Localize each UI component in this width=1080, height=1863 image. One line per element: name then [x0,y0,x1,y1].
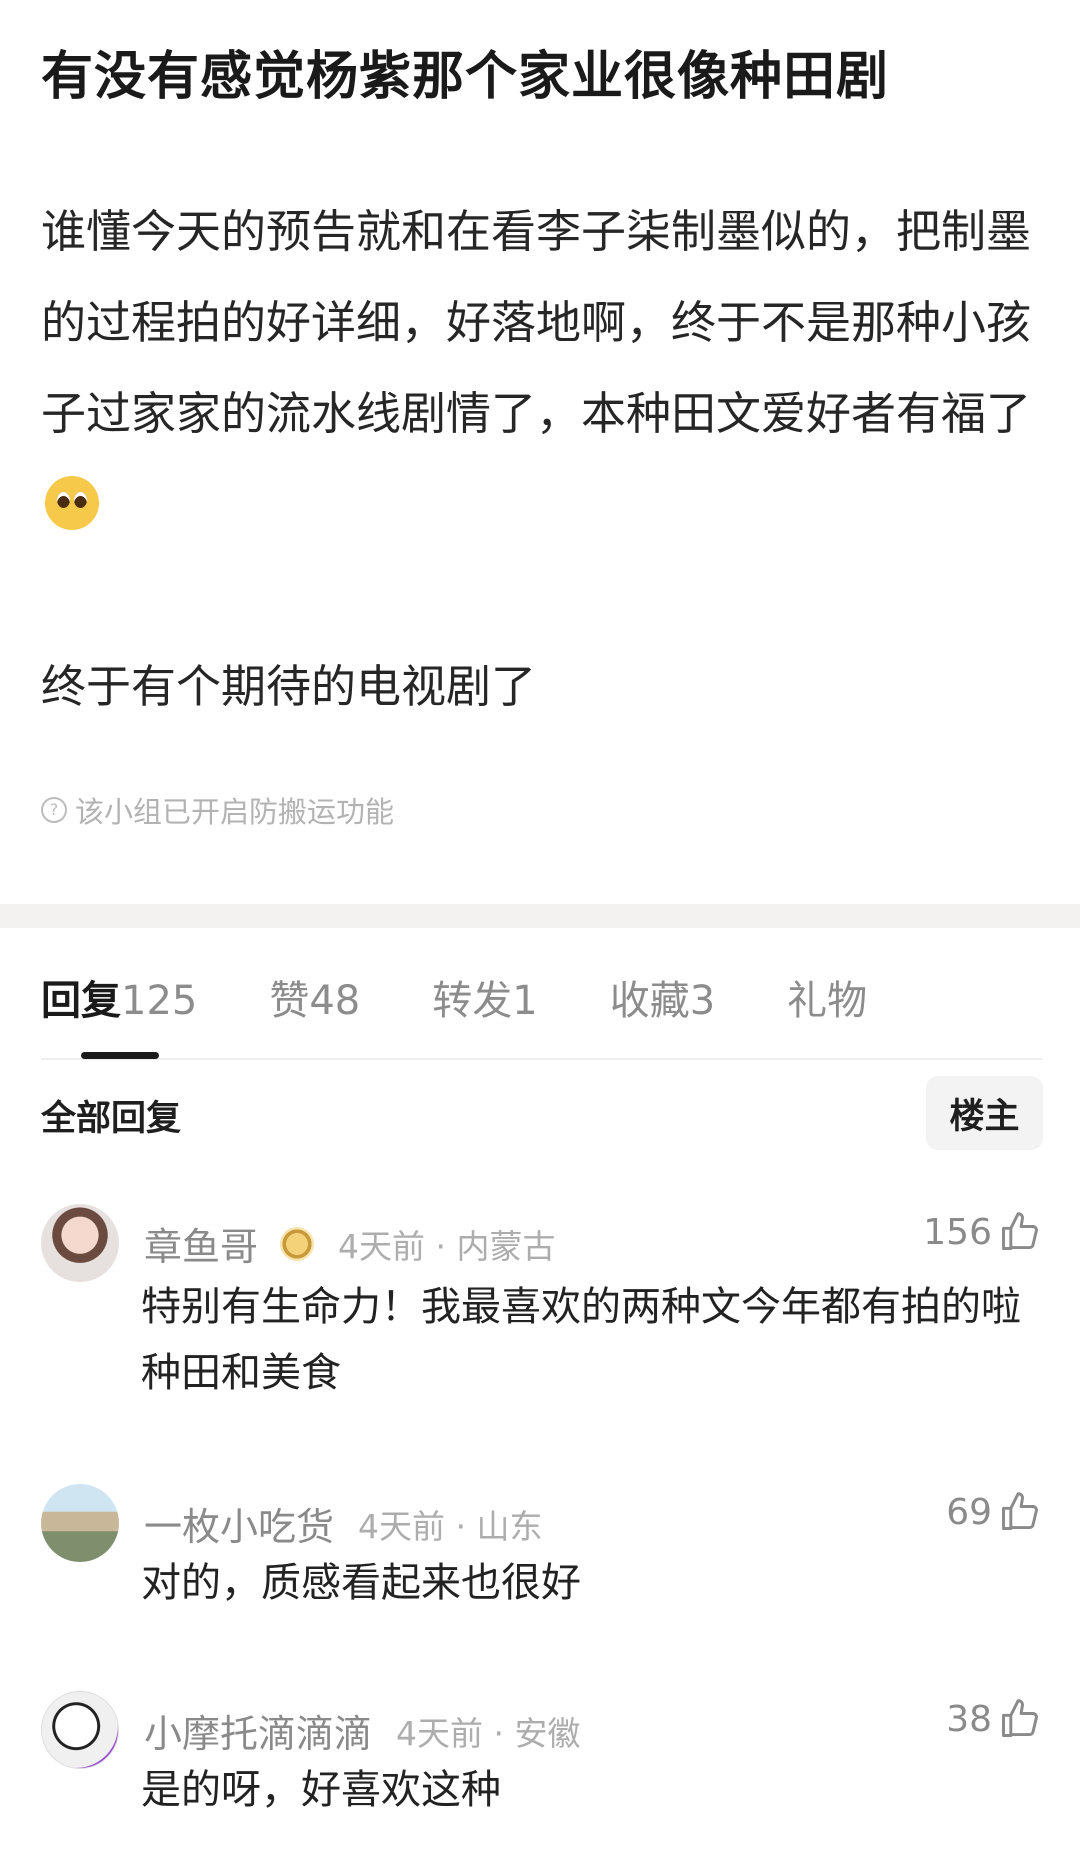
post-title: 有没有感觉杨紫那个家业很像种田剧 [41,47,890,107]
tab-gifts[interactable]: 礼物 [787,968,867,1026]
like-count: 38 [946,1698,992,1740]
comment-header: 小摩托滴滴滴 4天前 · 安徽 [144,1703,581,1758]
comment-meta: 4天前 · 安徽 [396,1713,581,1753]
thumbs-up-icon [1002,1212,1038,1250]
avatar[interactable] [41,1204,119,1282]
comment-header: 章鱼哥 4天前 · 内蒙古 [144,1216,556,1271]
post-body: 谁懂今天的预告就和在看李子柒制墨似的，把制墨的过程拍的好详细，好落地啊，终于不是… [41,186,1039,732]
comment-meta: 4天前 · 山东 [358,1506,543,1546]
like-button[interactable]: 156 [923,1210,1042,1254]
commenter-name[interactable]: 章鱼哥 [144,1216,258,1271]
post-paragraph-1: 谁懂今天的预告就和在看李子柒制墨似的，把制墨的过程拍的好详细，好落地啊，终于不是… [41,186,1039,550]
comment-meta: 4天前 · 内蒙古 [338,1226,556,1266]
comment-item: 小摩托滴滴滴 4天前 · 安徽 38 是的呀，好喜欢这种 [41,1691,1042,1821]
like-count: 156 [923,1211,992,1253]
thumbs-up-icon [1002,1699,1038,1737]
comment-item: 章鱼哥 4天前 · 内蒙古 156 特别有生命力！我最喜欢的两种文今年都有拍的啦… [41,1204,1042,1404]
comment-text: 是的呀，好喜欢这种 [141,1767,501,1813]
tab-replies[interactable]: 回复125 [41,968,197,1059]
commenter-name[interactable]: 小摩托滴滴滴 [144,1703,372,1758]
comment-header: 一枚小吃货 4天前 · 山东 [144,1496,543,1551]
like-button[interactable]: 38 [946,1697,1042,1741]
pleading-face-emoji-icon [45,476,99,530]
question-circle-icon: ? [41,797,67,823]
like-count: 69 [946,1491,992,1533]
all-replies-label: 全部回复 [41,1099,182,1139]
medal-badge-icon [280,1226,315,1261]
comment-text: 对的，质感看起来也很好 [141,1560,581,1606]
post-content: 有没有感觉杨紫那个家业很像种田剧 谁懂今天的预告就和在看李子柒制墨似的，把制墨的… [0,0,1080,831]
tab-likes[interactable]: 赞48 [269,968,360,1026]
comment-text: 特别有生命力！我最喜欢的两种文今年都有拍的啦种田和美食 [141,1284,1021,1396]
comment-item: 一枚小吃货 4天前 · 山东 69 对的，质感看起来也很好 [41,1484,1042,1614]
like-button[interactable]: 69 [946,1490,1042,1534]
author-only-filter-button[interactable]: 楼主 [926,1076,1043,1150]
section-divider [0,904,1080,928]
anti-repost-notice: ? 该小组已开启防搬运功能 [41,789,1039,831]
avatar[interactable] [41,1691,119,1769]
post-paragraph-2: 终于有个期待的电视剧了 [41,660,537,713]
post-stats-tabs: 回复125 赞48 转发1 收藏3 礼物 [41,968,1042,1060]
avatar[interactable] [41,1484,119,1562]
thumbs-up-icon [1002,1492,1038,1530]
active-tab-indicator [81,1052,159,1059]
commenter-name[interactable]: 一枚小吃货 [144,1496,334,1551]
tab-reposts[interactable]: 转发1 [432,968,537,1026]
tab-favorites[interactable]: 收藏3 [610,968,715,1026]
